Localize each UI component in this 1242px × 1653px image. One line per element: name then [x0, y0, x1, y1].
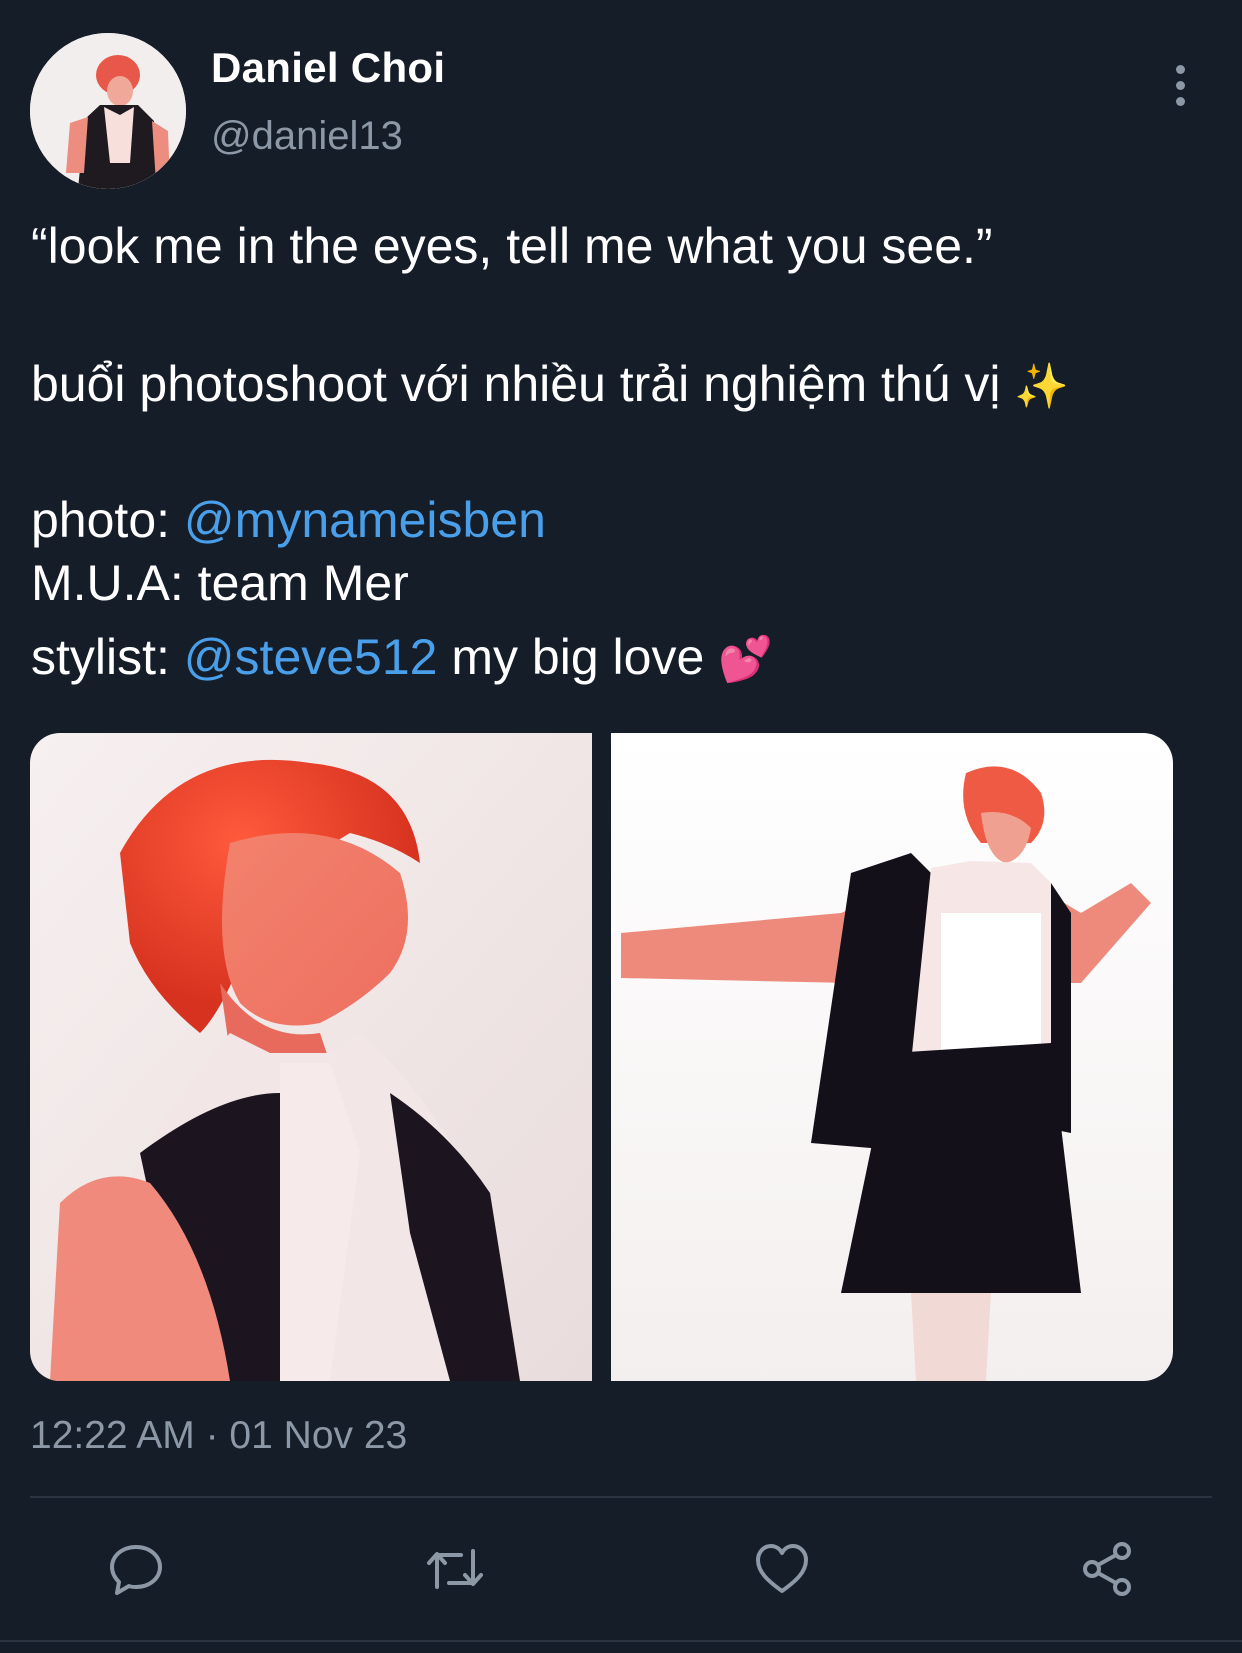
- credit-photo-line: photo: @mynameisben: [31, 490, 546, 550]
- more-dot-icon: [1175, 64, 1185, 74]
- credit-photo-label: photo:: [31, 492, 184, 548]
- retweet-button[interactable]: [423, 1537, 487, 1601]
- photo-full-body[interactable]: [611, 733, 1173, 1381]
- photo-portrait-closeup[interactable]: [30, 733, 592, 1381]
- reply-button[interactable]: [104, 1537, 168, 1601]
- reply-icon: [110, 1545, 162, 1595]
- credit-stylist-line: stylist: @steve512 my big love 💕: [31, 627, 773, 690]
- sparkles-emoji: ✨: [1014, 361, 1070, 412]
- avatar[interactable]: [30, 33, 186, 189]
- retweet-icon: [427, 1549, 483, 1589]
- credit-stylist-label: stylist:: [31, 629, 184, 685]
- display-name[interactable]: Daniel Choi: [211, 44, 445, 92]
- tweet-card: Daniel Choi @daniel13 “look me in the ey…: [0, 0, 1242, 1653]
- bottom-divider: [0, 1640, 1242, 1642]
- more-dot-icon: [1175, 80, 1185, 90]
- photographer-mention-link[interactable]: @mynameisben: [184, 492, 546, 548]
- like-icon: [756, 1544, 808, 1593]
- photo-full-body-image: [611, 733, 1173, 1381]
- divider: [30, 1496, 1212, 1498]
- credit-mua-line: M.U.A: team Mer: [31, 555, 409, 611]
- more-options-button[interactable]: [1160, 60, 1200, 110]
- description-text: buổi photoshoot với nhiều trải nghiệm th…: [31, 356, 1001, 412]
- username-handle[interactable]: @daniel13: [211, 114, 403, 159]
- tweet-text-description: buổi photoshoot với nhiều trải nghiệm th…: [31, 354, 1069, 417]
- stylist-mention-link[interactable]: @steve512: [184, 629, 438, 685]
- like-button[interactable]: [750, 1537, 814, 1601]
- tweet-text-quote: “look me in the eyes, tell me what you s…: [31, 218, 993, 274]
- photo-closeup-image: [30, 733, 592, 1381]
- tweet-timestamp[interactable]: 12:22 AM · 01 Nov 23: [30, 1414, 407, 1458]
- media-grid: [30, 733, 1173, 1381]
- more-dot-icon: [1175, 96, 1185, 106]
- share-icon: [1083, 1542, 1131, 1596]
- share-button[interactable]: [1076, 1537, 1140, 1601]
- stylist-suffix-text: my big love: [437, 629, 705, 685]
- two-hearts-emoji: 💕: [718, 634, 773, 685]
- avatar-image: [30, 33, 186, 189]
